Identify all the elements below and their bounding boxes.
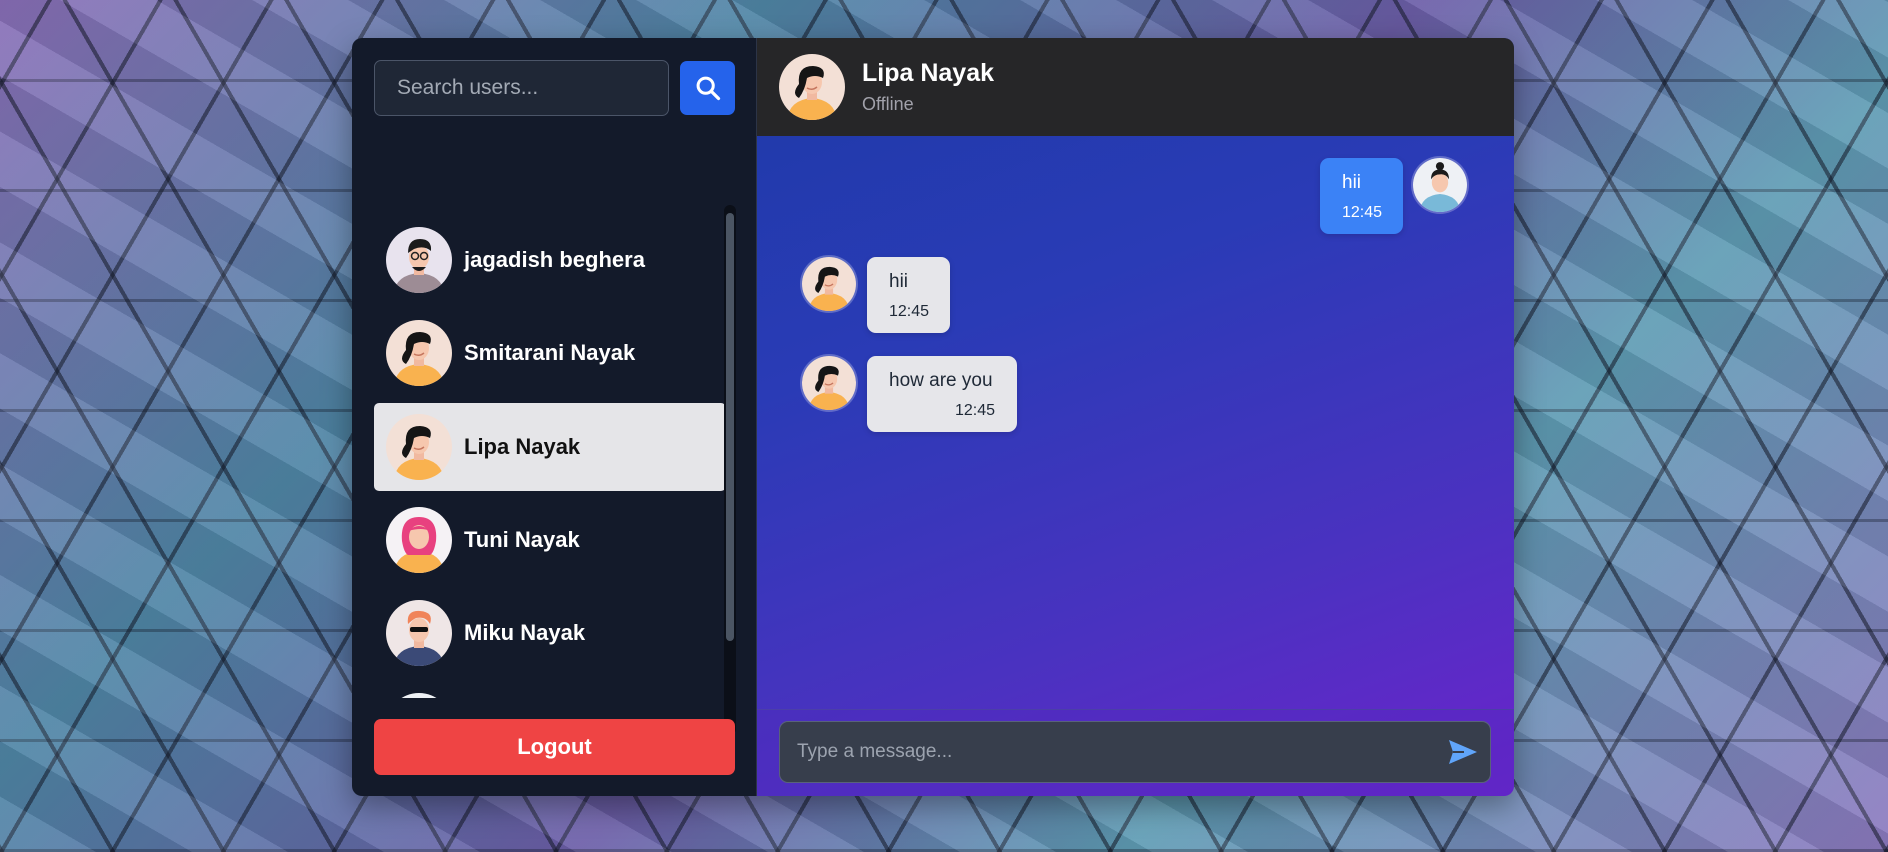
send-button[interactable] xyxy=(1447,738,1479,766)
chat-panel: Lipa Nayak Offline hii 12:45 hii 12:45 h… xyxy=(756,38,1514,796)
search-input[interactable] xyxy=(374,60,669,116)
avatar xyxy=(386,320,452,386)
message-incoming: hii 12:45 xyxy=(867,257,950,333)
sidebar: jagadish beghera Smitarani Nayak Lipa Na… xyxy=(352,38,756,796)
user-item-partial[interactable] xyxy=(374,682,726,698)
send-icon xyxy=(1449,740,1477,764)
user-name: Miku Nayak xyxy=(464,620,586,645)
message-text: how are you xyxy=(889,370,993,391)
user-item-jagadish-beghera[interactable]: jagadish beghera xyxy=(374,216,726,304)
chat-app-window: jagadish beghera Smitarani Nayak Lipa Na… xyxy=(352,38,1514,796)
user-name: Tuni Nayak xyxy=(464,527,580,552)
user-name: jagadish beghera xyxy=(464,247,645,272)
user-item-tuni-nayak[interactable]: Tuni Nayak xyxy=(374,496,726,584)
message-time: 12:45 xyxy=(889,303,930,320)
my-avatar xyxy=(1413,158,1467,212)
message-time: 12:45 xyxy=(1342,204,1383,221)
search-button[interactable] xyxy=(680,61,735,115)
message-text: hii xyxy=(1342,172,1362,193)
message-text: hii xyxy=(889,271,909,292)
user-item-smitarani-nayak[interactable]: Smitarani Nayak xyxy=(374,309,726,397)
avatar xyxy=(386,600,452,666)
user-item-lipa-nayak[interactable]: Lipa Nayak xyxy=(374,403,726,491)
avatar xyxy=(386,414,452,480)
message-composer xyxy=(757,709,1514,796)
message-incoming: how are you 12:45 xyxy=(867,356,1017,432)
avatar xyxy=(386,507,452,573)
user-list-scrollbar[interactable] xyxy=(724,205,736,735)
search-icon xyxy=(696,76,720,101)
user-list: jagadish beghera Smitarani Nayak Lipa Na… xyxy=(374,216,736,698)
scrollbar-thumb[interactable] xyxy=(726,213,734,641)
avatar xyxy=(386,227,452,293)
contact-message-avatar xyxy=(802,257,856,311)
chat-header: Lipa Nayak Offline xyxy=(757,38,1514,136)
message-time: 12:45 xyxy=(954,402,995,419)
user-name: Smitarani Nayak xyxy=(464,340,636,365)
logout-button[interactable]: Logout xyxy=(374,719,735,775)
message-list: hii 12:45 hii 12:45 how are you 12:45 xyxy=(757,136,1514,709)
message-outgoing: hii 12:45 xyxy=(1320,158,1403,234)
contact-name: Lipa Nayak xyxy=(862,59,995,87)
message-input[interactable] xyxy=(779,721,1491,783)
user-item-miku-nayak[interactable]: Miku Nayak xyxy=(374,589,726,677)
contact-avatar xyxy=(779,54,845,120)
avatar xyxy=(386,693,452,698)
contact-message-avatar xyxy=(802,356,856,410)
user-name: Lipa Nayak xyxy=(464,434,581,459)
contact-status: Offline xyxy=(862,94,914,114)
